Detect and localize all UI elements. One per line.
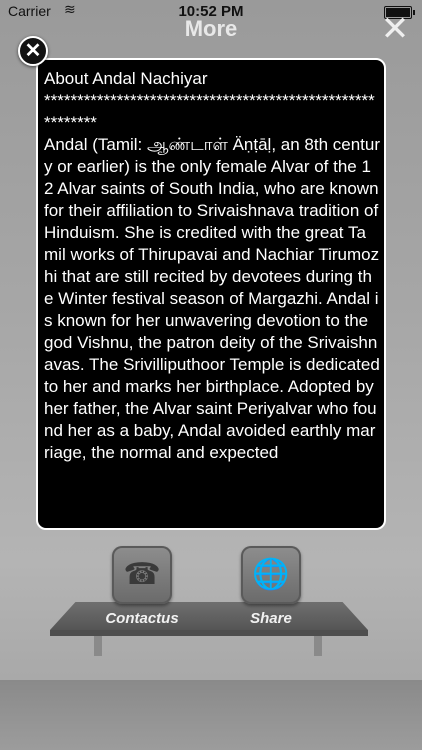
close-icon[interactable]: ✕ [378,12,412,46]
shelf-bracket-left [94,636,102,656]
telephone-icon[interactable]: ☎ [112,546,172,604]
about-modal: About Andal Nachiyar *******************… [36,58,386,530]
page-title: More [184,16,238,41]
contactus-label[interactable]: Contactus [87,610,197,627]
share-globe-icon[interactable]: 🌐 [241,546,301,604]
floor [0,680,422,750]
shelf-area: ☎ Contactus 🌐 Share [0,540,422,750]
close-circle-icon[interactable]: ✕ [18,36,48,66]
about-text: About Andal Nachiyar *******************… [44,69,381,462]
share-label[interactable]: Share [216,610,326,627]
shelf-bracket-right [314,636,322,656]
